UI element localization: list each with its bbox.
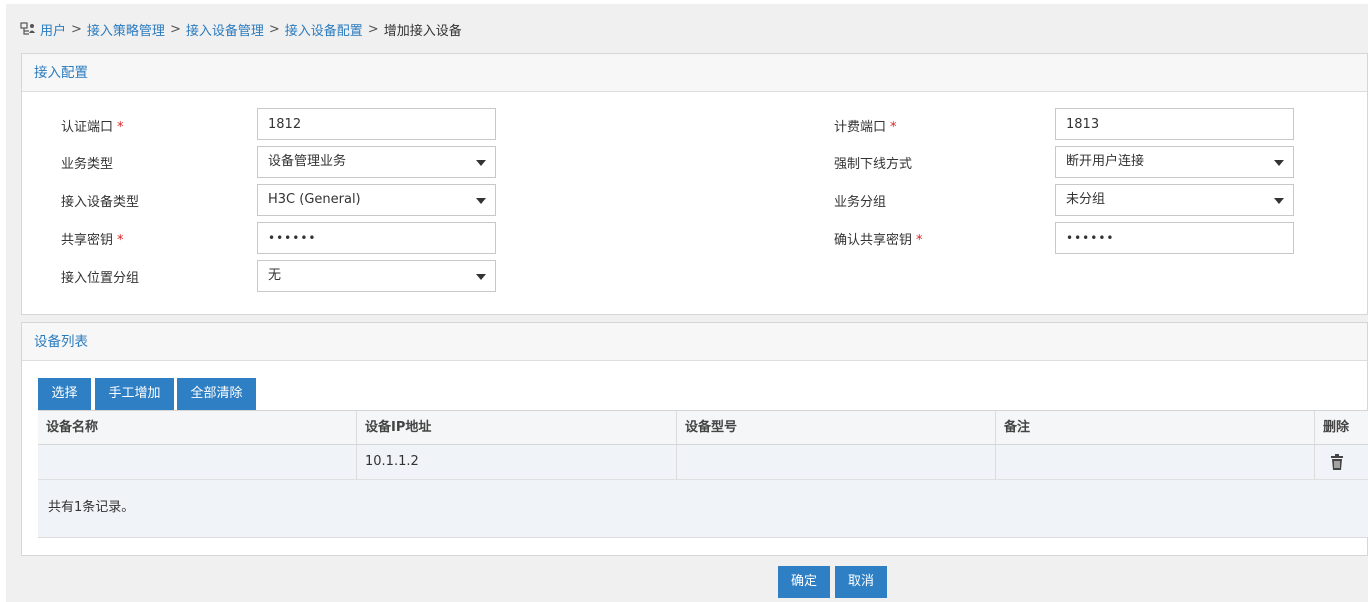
breadcrumb-link-user[interactable]: 用户 bbox=[40, 20, 66, 39]
confirm-key-input[interactable]: •••••• bbox=[1055, 222, 1294, 254]
device-list-title: 设备列表 bbox=[22, 323, 1367, 361]
force-offline-label: 强制下线方式 bbox=[834, 157, 913, 172]
shared-key-input[interactable]: •••••• bbox=[257, 222, 496, 254]
ok-button[interactable]: 确定 bbox=[778, 566, 830, 598]
table-row: 10.1.1.2 bbox=[38, 445, 1368, 480]
breadcrumb-current: 增加接入设备 bbox=[383, 23, 462, 39]
device-ip-cell: 10.1.1.2 bbox=[357, 445, 677, 479]
caret-down-icon bbox=[476, 274, 486, 280]
select-button[interactable]: 选择 bbox=[38, 378, 91, 410]
device-table: 设备名称 设备IP地址 设备型号 备注 删除 10.1.1.2 共有1条记录。 bbox=[38, 410, 1368, 538]
caret-down-icon bbox=[476, 160, 486, 166]
device-type-select[interactable]: H3C (General) bbox=[257, 184, 496, 216]
table-header-row: 设备名称 设备IP地址 设备型号 备注 删除 bbox=[38, 410, 1368, 445]
caret-down-icon bbox=[1274, 198, 1284, 204]
breadcrumb: 用户 > 接入策略管理 > 接入设备管理 > 接入设备配置 > 增加接入设备 bbox=[20, 20, 462, 39]
service-type-label: 业务类型 bbox=[61, 157, 114, 172]
access-config-panel: 接入配置 认证端口* 业务类型 设备管理业务 接入设备类型 H3C (Gener… bbox=[21, 53, 1368, 315]
required-mark: * bbox=[117, 233, 124, 248]
record-count: 共有1条记录。 bbox=[38, 480, 1368, 538]
clear-all-button[interactable]: 全部清除 bbox=[177, 378, 256, 410]
breadcrumb-link-access-device-mgmt[interactable]: 接入设备管理 bbox=[186, 20, 264, 39]
device-model-cell bbox=[677, 445, 996, 479]
auth-port-label: 认证端口 * bbox=[61, 120, 124, 135]
breadcrumb-separator: > bbox=[268, 21, 280, 37]
device-list-panel: 设备列表 选择 手工增加 全部清除 设备名称 设备IP地址 设备型号 备注 删除… bbox=[21, 322, 1368, 556]
billing-port-input[interactable] bbox=[1055, 108, 1294, 140]
user-tree-icon bbox=[20, 22, 35, 35]
confirm-key-label: 确认共享密钥 * bbox=[834, 233, 923, 248]
service-type-select[interactable]: 设备管理业务 bbox=[257, 146, 496, 178]
access-config-title: 接入配置 bbox=[22, 54, 1367, 92]
shared-key-label: 共享密钥 * bbox=[61, 233, 124, 248]
required-mark: * bbox=[117, 120, 124, 135]
column-header-device-name[interactable]: 设备名称 bbox=[38, 411, 357, 444]
page: 用户 > 接入策略管理 > 接入设备管理 > 接入设备配置 > 增加接入设备 接… bbox=[6, 4, 1368, 602]
shared-key-value: •••••• bbox=[268, 231, 317, 245]
caret-down-icon bbox=[476, 198, 486, 204]
required-mark: * bbox=[890, 120, 897, 135]
manual-add-button[interactable]: 手工增加 bbox=[95, 378, 174, 410]
device-type-value: H3C (General) bbox=[268, 192, 361, 207]
breadcrumb-separator: > bbox=[71, 21, 82, 37]
location-group-label: 接入位置分组 bbox=[61, 271, 140, 286]
column-header-device-ip[interactable]: 设备IP地址 bbox=[357, 411, 677, 444]
billing-port-label: 计费端口 * bbox=[834, 120, 897, 135]
trash-icon[interactable] bbox=[1331, 454, 1343, 470]
device-type-label: 接入设备类型 bbox=[61, 195, 140, 210]
cancel-button[interactable]: 取消 bbox=[835, 566, 887, 598]
breadcrumb-separator: > bbox=[367, 21, 379, 37]
required-mark: * bbox=[916, 233, 923, 248]
auth-port-input[interactable] bbox=[257, 108, 496, 140]
breadcrumb-link-access-device-config[interactable]: 接入设备配置 bbox=[285, 20, 363, 39]
breadcrumb-separator: > bbox=[169, 21, 181, 37]
force-offline-select[interactable]: 断开用户连接 bbox=[1055, 146, 1294, 178]
service-group-select[interactable]: 未分组 bbox=[1055, 184, 1294, 216]
note-cell bbox=[996, 445, 1315, 479]
confirm-key-value: •••••• bbox=[1066, 231, 1115, 245]
caret-down-icon bbox=[1274, 160, 1284, 166]
column-header-delete: 删除 bbox=[1323, 420, 1350, 435]
location-group-select[interactable]: 无 bbox=[257, 260, 496, 292]
service-group-value: 未分组 bbox=[1066, 192, 1106, 207]
location-group-value: 无 bbox=[268, 268, 282, 283]
breadcrumb-link-access-policy[interactable]: 接入策略管理 bbox=[87, 20, 165, 39]
column-header-device-model[interactable]: 设备型号 bbox=[677, 411, 996, 444]
delete-cell bbox=[1315, 445, 1368, 479]
device-name-cell bbox=[38, 445, 357, 479]
service-group-label: 业务分组 bbox=[834, 195, 887, 210]
column-header-note[interactable]: 备注 bbox=[996, 411, 1315, 444]
service-type-value: 设备管理业务 bbox=[268, 154, 347, 169]
force-offline-value: 断开用户连接 bbox=[1066, 154, 1145, 169]
